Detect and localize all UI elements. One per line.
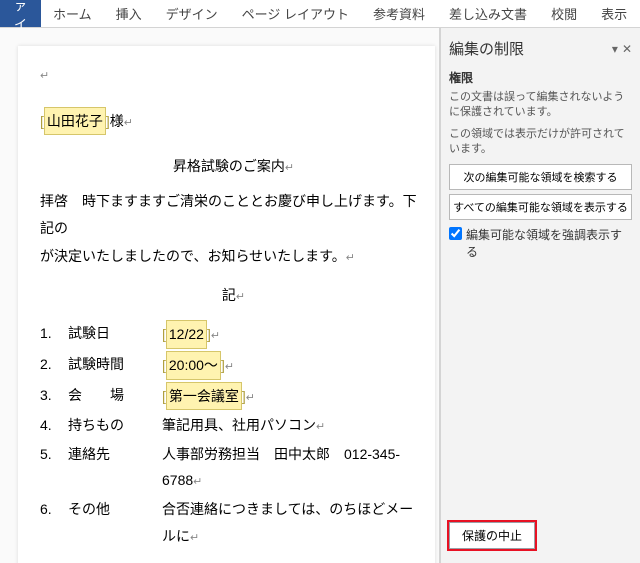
list-item: 1.試験日[12/22]↵: [40, 320, 427, 349]
list-number: 5.: [40, 441, 68, 494]
tab-view[interactable]: 表示: [589, 0, 639, 27]
list-item: 2.試験時間[20:00～]↵: [40, 351, 427, 380]
list-number: 6.: [40, 496, 68, 549]
list-value: 合否連絡につきましては、のちほどメールに↵: [162, 496, 427, 549]
items-list: 1.試験日[12/22]↵2.試験時間[20:00～]↵3.会 場[第一会議室]…: [40, 320, 427, 549]
list-item: 3.会 場[第一会議室]↵: [40, 382, 427, 411]
file-tab[interactable]: ファイル: [0, 0, 41, 27]
show-all-regions-button[interactable]: すべての編集可能な領域を表示する: [449, 194, 632, 220]
ribbon: ファイル ホーム 挿入 デザイン ページ レイアウト 参考資料 差し込み文書 校…: [0, 0, 640, 28]
list-number: 1.: [40, 320, 68, 349]
permissions-text: この文書は誤って編集されないように保護されています。: [449, 90, 632, 121]
restrict-editing-pane: 編集の制限 ▾ ✕ 権限 この文書は誤って編集されないように保護されています。 …: [440, 28, 640, 563]
list-label: 会 場: [68, 382, 162, 411]
pane-header: 編集の制限 ▾ ✕: [449, 38, 632, 59]
permissions-text: この領域では表示だけが許可されています。: [449, 127, 632, 158]
paragraph-mark-icon: ↵: [225, 361, 234, 373]
find-next-region-button[interactable]: 次の編集可能な領域を検索する: [449, 164, 632, 190]
editable-region[interactable]: 12/22: [166, 320, 207, 349]
paragraph-mark-icon: ↵: [316, 421, 325, 433]
addressee-line: [山田花子]様↵: [40, 107, 427, 136]
list-value: [12/22]↵: [162, 320, 427, 349]
tab-home[interactable]: ホーム: [41, 0, 104, 27]
list-item: 6.その他合否連絡につきましては、のちほどメールに↵: [40, 496, 427, 549]
list-number: 4.: [40, 412, 68, 439]
permissions-heading: 権限: [449, 69, 632, 86]
tab-references[interactable]: 参考資料: [361, 0, 437, 27]
list-number: 3.: [40, 382, 68, 411]
paragraph-mark-icon: ↵: [124, 117, 133, 129]
tab-mailings[interactable]: 差し込み文書: [437, 0, 539, 27]
list-label: その他: [68, 496, 162, 549]
paragraph-mark-icon: ↵: [211, 330, 220, 342]
list-item: 4.持ちもの筆記用具、社用パソコン↵: [40, 412, 427, 439]
tab-layout[interactable]: ページ レイアウト: [230, 0, 361, 27]
tab-review[interactable]: 校閲: [539, 0, 589, 27]
tab-design[interactable]: デザイン: [154, 0, 230, 27]
list-label: 持ちもの: [68, 412, 162, 439]
body-text: が決定いたしましたので、お知らせいたします。↵: [40, 243, 427, 270]
paragraph-mark-icon: ↵: [246, 392, 255, 404]
editable-region[interactable]: 第一会議室: [166, 382, 242, 411]
main-area: ↵ [山田花子]様↵ 昇格試験のご案内↵ 拝啓 時下ますますご清栄のこととお慶び…: [0, 28, 640, 563]
pane-menu-icon[interactable]: ▾: [612, 42, 618, 56]
list-value: [第一会議室]↵: [162, 382, 427, 411]
paragraph-mark-icon: ↵: [193, 476, 202, 488]
doc-title: 昇格試験のご案内↵: [40, 153, 427, 180]
body-text: 拝啓 時下ますますご清栄のこととお慶び申し上げます。下記の: [40, 188, 427, 241]
addressee-highlight[interactable]: 山田花子: [44, 107, 106, 136]
document-page[interactable]: ↵ [山田花子]様↵ 昇格試験のご案内↵ 拝啓 時下ますますご清栄のこととお慶び…: [18, 46, 435, 563]
paragraph-mark-icon: ↵: [40, 66, 427, 87]
list-value: [20:00～]↵: [162, 351, 427, 380]
highlight-regions-checkbox[interactable]: [449, 227, 462, 240]
pane-title: 編集の制限: [449, 38, 524, 59]
editable-region[interactable]: 20:00～: [166, 351, 221, 380]
addressee-suffix: 様: [110, 113, 124, 129]
list-label: 連絡先: [68, 441, 162, 494]
list-label: 試験日: [68, 320, 162, 349]
list-value: 筆記用具、社用パソコン↵: [162, 412, 427, 439]
tab-insert[interactable]: 挿入: [104, 0, 154, 27]
list-label: 試験時間: [68, 351, 162, 380]
close-icon[interactable]: ✕: [622, 42, 632, 56]
list-item: 5.連絡先人事部労務担当 田中太郎 012-345-6788↵: [40, 441, 427, 494]
list-number: 2.: [40, 351, 68, 380]
document-pane: ↵ [山田花子]様↵ 昇格試験のご案内↵ 拝啓 時下ますますご清栄のこととお慶び…: [0, 28, 440, 563]
ki-heading: 記↵: [40, 282, 427, 309]
highlight-regions-label: 編集可能な領域を強調表示する: [466, 226, 632, 260]
highlight-regions-checkbox-row[interactable]: 編集可能な領域を強調表示する: [449, 226, 632, 260]
stop-protection-button[interactable]: 保護の中止: [449, 522, 535, 549]
list-value: 人事部労務担当 田中太郎 012-345-6788↵: [162, 441, 427, 494]
paragraph-mark-icon: ↵: [190, 532, 199, 544]
